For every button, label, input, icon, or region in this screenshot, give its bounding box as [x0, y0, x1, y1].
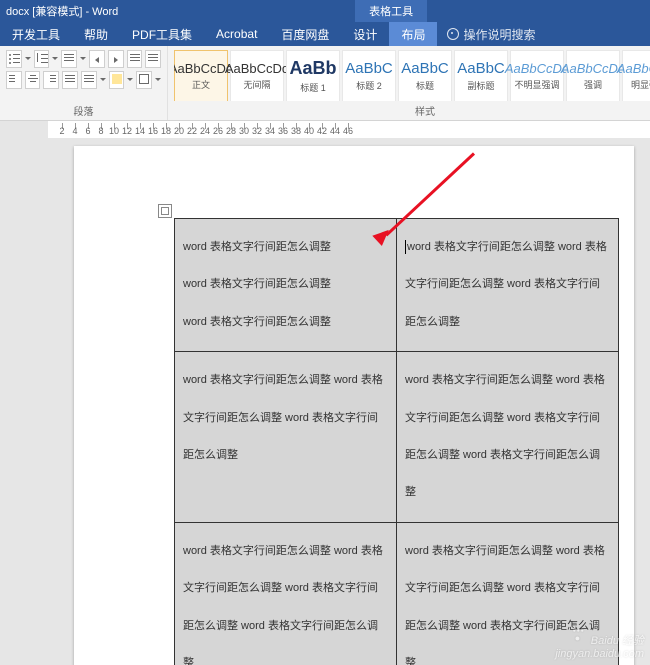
style-明显强调[interactable]: AaBbCcDd明显强调	[622, 50, 650, 101]
shading-icon[interactable]	[109, 71, 125, 89]
borders-icon[interactable]	[136, 71, 152, 89]
lightbulb-icon	[447, 28, 459, 40]
group-label-paragraph: 段落	[6, 101, 161, 118]
style-强调[interactable]: AaBbCcDd强调	[566, 50, 620, 101]
group-label-styles: 样式	[174, 101, 650, 118]
table-cell[interactable]: word 表格文字行间距怎么调整word 表格文字行间距怎么调整word 表格文…	[175, 219, 397, 352]
styles-gallery[interactable]: AaBbCcDd正文AaBbCcDd无间隔AaBb标题 1AaBbC标题 2Aa…	[174, 50, 650, 101]
style-标题 2[interactable]: AaBbC 标题 2	[342, 50, 396, 101]
style-name: 明显强调	[631, 78, 650, 91]
style-name: 标题	[416, 79, 434, 92]
page[interactable]: word 表格文字行间距怎么调整word 表格文字行间距怎么调整word 表格文…	[74, 146, 634, 665]
multilevel-list-icon[interactable]	[61, 50, 77, 68]
style-name: 无间隔	[243, 78, 270, 91]
style-标题[interactable]: AaBbC 标题	[398, 50, 452, 101]
style-sample: AaBbCcDd	[505, 61, 569, 76]
tab-布局[interactable]: 布局	[389, 22, 437, 46]
show-marks-icon[interactable]	[145, 50, 161, 68]
tab-设计[interactable]: 设计	[341, 22, 389, 46]
style-name: 不明显强调	[514, 78, 559, 91]
document-table[interactable]: word 表格文字行间距怎么调整word 表格文字行间距怎么调整word 表格文…	[174, 218, 619, 665]
align-right-icon[interactable]	[43, 71, 59, 89]
table-move-handle-icon[interactable]	[158, 204, 172, 218]
line-spacing-icon[interactable]	[81, 71, 97, 89]
dropdown-arrow-icon[interactable]	[100, 71, 106, 89]
style-name: 强调	[584, 78, 602, 91]
style-sample: AaBbCcDd	[561, 61, 625, 76]
group-styles: AaBbCcDd正文AaBbCcDd无间隔AaBb标题 1AaBbC标题 2Aa…	[168, 46, 650, 120]
tab-开发工具[interactable]: 开发工具	[0, 22, 72, 46]
style-sample: AaBbC	[401, 60, 449, 77]
window-title: docx [兼容模式] - Word	[6, 3, 118, 19]
watermark-brand: Baidu 经验	[591, 635, 644, 647]
style-name: 标题 1	[300, 81, 326, 94]
style-副标题[interactable]: AaBbC 副标题	[454, 50, 508, 101]
style-sample: AaBbC	[457, 60, 505, 77]
table-cell[interactable]: word 表格文字行间距怎么调整 word 表格文字行间距怎么调整 word 表…	[175, 352, 397, 523]
paw-icon	[572, 630, 588, 644]
decrease-indent-icon[interactable]	[89, 50, 105, 68]
align-left-icon[interactable]	[6, 71, 22, 89]
ribbon-tabs: 开发工具帮助PDF工具集Acrobat百度网盘设计布局 操作说明搜索	[0, 22, 650, 46]
style-sample: AaBbCcDd	[617, 61, 650, 76]
tell-me-search[interactable]: 操作说明搜索	[437, 22, 545, 46]
tab-帮助[interactable]: 帮助	[72, 22, 120, 46]
tab-百度网盘[interactable]: 百度网盘	[269, 22, 341, 46]
style-不明显强调[interactable]: AaBbCcDd不明显强调	[510, 50, 564, 101]
tab-PDF工具集[interactable]: PDF工具集	[120, 22, 204, 46]
style-sample: AaBbC	[345, 60, 393, 77]
style-sample: AaBb	[289, 58, 336, 79]
table-cell[interactable]: word 表格文字行间距怎么调整 word 表格文字行间距怎么调整 word 表…	[397, 352, 619, 523]
style-name: 正文	[192, 78, 210, 91]
style-name: 副标题	[467, 79, 494, 92]
dropdown-arrow-icon[interactable]	[25, 50, 31, 68]
style-name: 标题 2	[356, 79, 382, 92]
dropdown-arrow-icon[interactable]	[155, 71, 161, 89]
dropdown-arrow-icon[interactable]	[52, 50, 58, 68]
watermark: Baidu 经验 jingyan.baidu.com	[555, 630, 644, 661]
increase-indent-icon[interactable]	[108, 50, 124, 68]
numbering-icon[interactable]	[34, 50, 50, 68]
dropdown-arrow-icon[interactable]	[127, 71, 133, 89]
title-bar: docx [兼容模式] - Word 表格工具	[0, 0, 650, 22]
style-正文[interactable]: AaBbCcDd正文	[174, 50, 228, 101]
contextual-tab-table-tools[interactable]: 表格工具	[355, 0, 427, 22]
tell-me-label: 操作说明搜索	[463, 26, 535, 43]
ribbon: 段落 AaBbCcDd正文AaBbCcDd无间隔AaBb标题 1AaBbC标题 …	[0, 46, 650, 121]
style-标题 1[interactable]: AaBb 标题 1	[286, 50, 340, 101]
table-cell[interactable]: word 表格文字行间距怎么调整 word 表格文字行间距怎么调整 word 表…	[397, 219, 619, 352]
style-sample: AaBbCcDd	[225, 61, 289, 76]
text-cursor	[405, 240, 406, 254]
align-center-icon[interactable]	[25, 71, 41, 89]
sort-icon[interactable]	[127, 50, 143, 68]
bullets-icon[interactable]	[6, 50, 22, 68]
style-无间隔[interactable]: AaBbCcDd无间隔	[230, 50, 284, 101]
dropdown-arrow-icon[interactable]	[80, 50, 86, 68]
group-paragraph: 段落	[0, 46, 168, 120]
align-justify-icon[interactable]	[62, 71, 78, 89]
tab-Acrobat[interactable]: Acrobat	[204, 22, 269, 46]
document-area: word 表格文字行间距怎么调整word 表格文字行间距怎么调整word 表格文…	[0, 138, 650, 665]
watermark-url: jingyan.baidu.com	[555, 648, 644, 661]
table-cell[interactable]: word 表格文字行间距怎么调整 word 表格文字行间距怎么调整 word 表…	[175, 522, 397, 665]
